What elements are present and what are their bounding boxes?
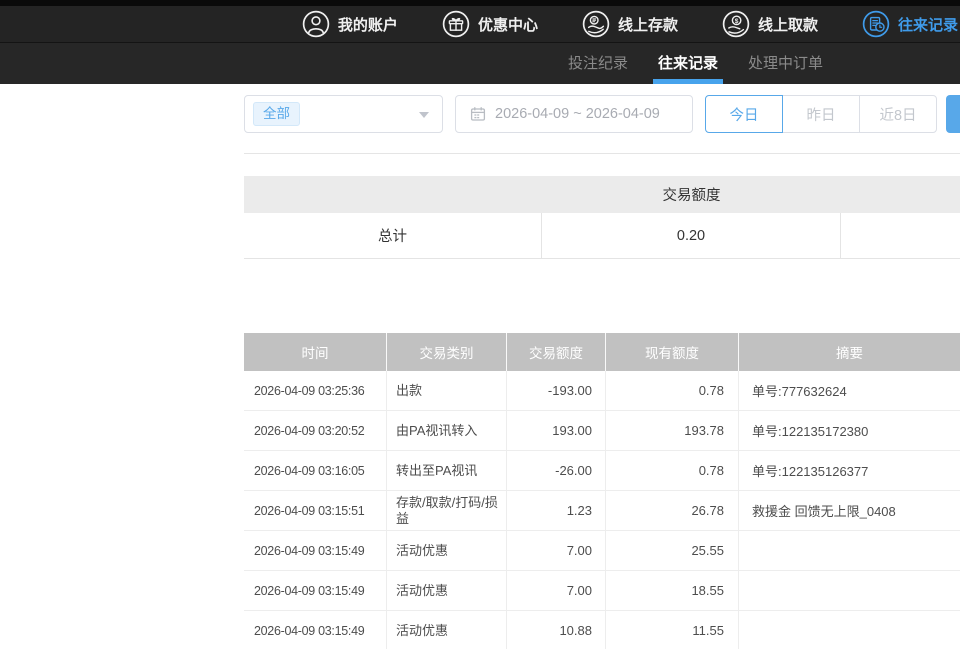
nav-item-online-deposit[interactable]: 线上存款	[582, 10, 678, 38]
cell-balance: 26.78	[606, 491, 739, 531]
cell-time: 2026-04-09 03:20:52	[244, 411, 387, 451]
cell-summary: 单号:122135126377	[739, 451, 960, 491]
column-header: 交易类别	[387, 333, 507, 371]
cell-amount: -193.00	[507, 371, 606, 411]
column-header: 时间	[244, 333, 387, 371]
account-icon	[302, 10, 330, 38]
tabs: 投注纪录往来记录处理中订单	[0, 43, 960, 84]
cell-type: 转出至PA视讯	[387, 451, 507, 491]
records-table: 时间交易类别交易额度现有额度摘要 2026-04-09 03:25:36出款-1…	[244, 333, 960, 649]
tab-betting-records[interactable]: 投注纪录	[568, 43, 628, 84]
column-header: 交易额度	[507, 333, 606, 371]
nav-item-label: 优惠中心	[478, 14, 538, 35]
nav-item-label: 我的账户	[338, 14, 398, 35]
cell-amount: 193.00	[507, 411, 606, 451]
cell-time: 2026-04-09 03:15:49	[244, 531, 387, 571]
cell-type: 活动优惠	[387, 571, 507, 611]
cell-amount: -26.00	[507, 451, 606, 491]
summary-header-row: 交易额度	[244, 176, 960, 213]
column-header: 摘要	[739, 333, 960, 371]
summary-total-row: 总计 0.20	[244, 213, 960, 259]
date-range-picker[interactable]: 2026-04-09 ~ 2026-04-09	[455, 95, 693, 133]
cell-summary: 救援金 回馈无上限_0408	[739, 491, 960, 531]
nav-item-promotions[interactable]: 优惠中心	[442, 10, 538, 38]
summary-empty-cell	[841, 213, 960, 258]
cell-type: 出款	[387, 371, 507, 411]
cell-time: 2026-04-09 03:15:49	[244, 571, 387, 611]
top-navigation-bar: 我的账户 优惠中心 线上存款 $ 线上取款 往来记录	[0, 0, 960, 43]
yesterday-button[interactable]: 昨日	[782, 95, 860, 133]
cell-summary	[739, 571, 960, 611]
records-tab-bar: 投注纪录往来记录处理中订单	[0, 43, 960, 84]
main-content: 全部 2026-04-09 ~ 2026-04-09 今日昨日近8日	[0, 84, 960, 649]
svg-text:$: $	[735, 18, 739, 25]
cell-balance: 0.78	[606, 371, 739, 411]
nav-item-online-withdrawal[interactable]: $ 线上取款	[722, 10, 818, 38]
summary-total-value: 0.20	[542, 213, 841, 258]
top-nav-items: 我的账户 优惠中心 线上存款 $ 线上取款 往来记录	[0, 6, 960, 42]
nav-item-my-account[interactable]: 我的账户	[302, 10, 398, 38]
selected-type-tag[interactable]: 全部	[253, 102, 300, 126]
cell-time: 2026-04-09 03:16:05	[244, 451, 387, 491]
summary-table: 交易额度 总计 0.20	[244, 176, 960, 259]
table-row: 2026-04-09 03:20:52由PA视讯转入193.00193.78单号…	[244, 411, 960, 451]
cell-type: 活动优惠	[387, 531, 507, 571]
nav-item-transaction-records[interactable]: 往来记录	[862, 10, 958, 38]
nav-item-label: 线上取款	[758, 14, 818, 35]
summary-total-label: 总计	[244, 213, 542, 258]
filter-divider	[244, 153, 960, 154]
records-table-body: 2026-04-09 03:25:36出款-193.000.78单号:77763…	[244, 371, 960, 649]
cell-summary: 单号:122135172380	[739, 411, 960, 451]
nav-item-label: 往来记录	[898, 14, 958, 35]
cell-summary	[739, 531, 960, 571]
cell-amount: 1.23	[507, 491, 606, 531]
table-row: 2026-04-09 03:15:49活动优惠7.0025.55	[244, 531, 960, 571]
tab-processing-orders[interactable]: 处理中订单	[748, 43, 823, 84]
type-filter-select[interactable]: 全部	[244, 95, 443, 133]
tab-transaction-records[interactable]: 往来记录	[658, 43, 718, 84]
cell-summary	[739, 611, 960, 649]
summary-header-label: 交易额度	[542, 176, 841, 213]
table-row: 2026-04-09 03:15:51存款/取款/打码/损益1.2326.78救…	[244, 491, 960, 531]
table-row: 2026-04-09 03:15:49活动优惠10.8811.55	[244, 611, 960, 649]
quick-date-button-group: 今日昨日近8日	[705, 95, 937, 133]
records-icon	[862, 10, 890, 38]
cell-time: 2026-04-09 03:15:51	[244, 491, 387, 531]
summary-header-spacer	[841, 176, 960, 213]
table-row: 2026-04-09 03:25:36出款-193.000.78单号:77763…	[244, 371, 960, 411]
cell-type: 由PA视讯转入	[387, 411, 507, 451]
withdraw-icon: $	[722, 10, 750, 38]
nav-item-label: 线上存款	[618, 14, 678, 35]
date-range-value: 2026-04-09 ~ 2026-04-09	[495, 106, 660, 122]
cell-balance: 193.78	[606, 411, 739, 451]
today-button[interactable]: 今日	[705, 95, 783, 133]
last-8-days-button[interactable]: 近8日	[859, 95, 937, 133]
cell-amount: 10.88	[507, 611, 606, 649]
cell-balance: 0.78	[606, 451, 739, 491]
cell-balance: 18.55	[606, 571, 739, 611]
transaction-records-page: 我的账户优惠中心线上存款$线上取款往来记录 投注纪录往来记录处理中订单 全部	[0, 0, 960, 649]
calendar-icon	[470, 106, 486, 122]
cell-amount: 7.00	[507, 531, 606, 571]
cell-type: 活动优惠	[387, 611, 507, 649]
table-row: 2026-04-09 03:16:05转出至PA视讯-26.000.78单号:1…	[244, 451, 960, 491]
summary-header-spacer	[244, 176, 542, 213]
cell-type: 存款/取款/打码/损益	[387, 491, 507, 531]
cell-balance: 11.55	[606, 611, 739, 649]
table-row: 2026-04-09 03:15:49活动优惠7.0018.55	[244, 571, 960, 611]
cell-time: 2026-04-09 03:15:49	[244, 611, 387, 649]
chevron-down-icon	[419, 112, 429, 118]
cell-amount: 7.00	[507, 571, 606, 611]
gift-icon	[442, 10, 470, 38]
records-table-header: 时间交易类别交易额度现有额度摘要	[244, 333, 960, 371]
cell-time: 2026-04-09 03:25:36	[244, 371, 387, 411]
filter-row: 全部 2026-04-09 ~ 2026-04-09 今日昨日近8日	[244, 95, 960, 133]
search-button[interactable]	[946, 95, 960, 133]
cell-summary: 单号:777632624	[739, 371, 960, 411]
cell-balance: 25.55	[606, 531, 739, 571]
deposit-icon	[582, 10, 610, 38]
column-header: 现有额度	[606, 333, 739, 371]
